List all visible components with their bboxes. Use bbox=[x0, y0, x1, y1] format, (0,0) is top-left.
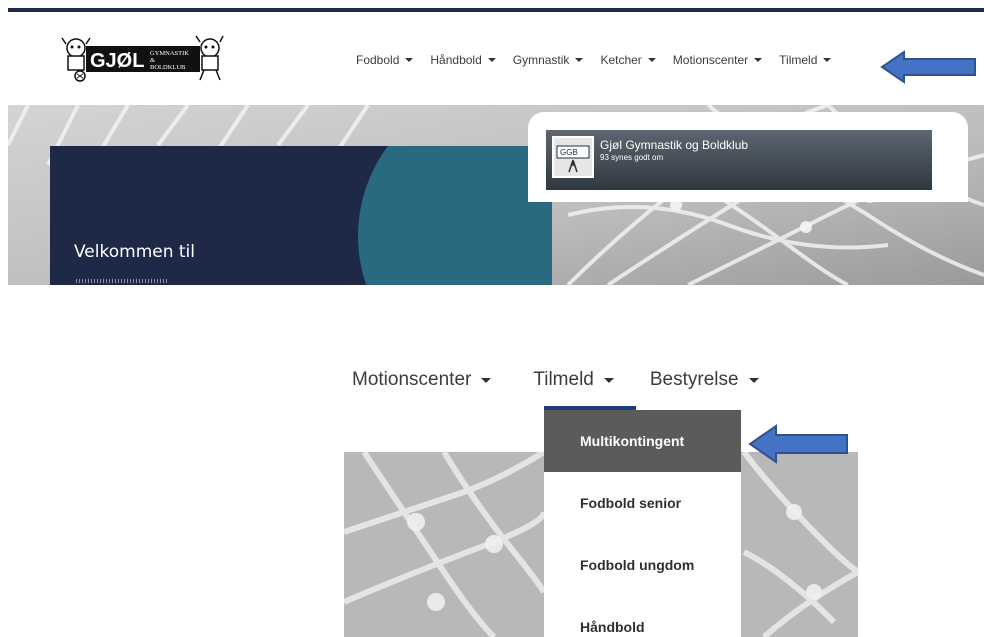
top-border-strip bbox=[8, 8, 984, 12]
facebook-page-avatar[interactable]: GGB bbox=[552, 136, 594, 178]
chevron-down-icon bbox=[823, 58, 832, 62]
facebook-page-plugin[interactable]: GGB Gjøl Gymnastik og Boldklub 93 synes … bbox=[546, 130, 932, 190]
chevron-down-icon bbox=[647, 58, 656, 62]
menu-item-fodbold-ungdom[interactable]: Fodbold ungdom bbox=[544, 534, 741, 596]
tilmeld-dropdown-menu: Multikontingent Fodbold senior Fodbold u… bbox=[544, 410, 741, 637]
chevron-down-icon bbox=[754, 58, 763, 62]
nav-item-handbold[interactable]: Håndbold bbox=[430, 53, 496, 67]
avatar-text: GGB bbox=[560, 148, 578, 157]
nav-item-bestyrelse[interactable]: Bestyrelse bbox=[650, 369, 759, 391]
logo-sub-boldklub: BOLDKLUB bbox=[150, 64, 186, 71]
chevron-down-icon bbox=[405, 58, 414, 62]
menu-item-handbold[interactable]: Håndbold bbox=[544, 596, 741, 637]
nav-item-gymnastik[interactable]: Gymnastik bbox=[513, 53, 584, 67]
chevron-down-icon bbox=[603, 377, 614, 383]
zoomed-nav: Motionscenter Tilmeld Bestyrelse bbox=[352, 368, 759, 392]
nav-item-tilmeld[interactable]: Tilmeld bbox=[533, 369, 614, 391]
welcome-panel: Velkommen til bbox=[50, 146, 552, 285]
nav-item-ketcher[interactable]: Ketcher bbox=[600, 53, 656, 67]
chevron-down-icon bbox=[748, 377, 759, 383]
nav-item-label: Motionscenter bbox=[352, 369, 472, 390]
facebook-page-name[interactable]: Gjøl Gymnastik og Boldklub bbox=[600, 138, 748, 152]
welcome-heading: Velkommen til bbox=[74, 242, 196, 262]
nav-item-label: Håndbold bbox=[430, 53, 482, 67]
nav-item-motionscenter[interactable]: Motionscenter bbox=[352, 369, 492, 391]
logo-graphic: GJØL GYMNASTIK & BOLDKLUB bbox=[61, 35, 224, 82]
nav-item-label: Ketcher bbox=[600, 53, 642, 67]
chevron-down-icon bbox=[481, 377, 492, 383]
decorative-circle bbox=[358, 146, 552, 285]
nav-item-label: Gymnastik bbox=[512, 53, 570, 67]
nav-item-label: Tilmeld bbox=[533, 369, 594, 390]
logo-sub-gymnastik: GYMNASTIK bbox=[150, 50, 189, 57]
nav-item-tilmeld[interactable]: Tilmeld bbox=[779, 53, 832, 67]
logo-text: GJØL bbox=[90, 50, 144, 72]
chevron-down-icon bbox=[487, 58, 496, 62]
facebook-likes-count: 93 synes godt om bbox=[600, 153, 664, 162]
nav-item-label: Motionscenter bbox=[672, 53, 749, 67]
site-logo[interactable]: GJØL GYMNASTIK & BOLDKLUB bbox=[60, 34, 224, 82]
main-nav: Fodbold Håndbold Gymnastik Ketcher Motio… bbox=[356, 52, 848, 68]
nav-item-label: Bestyrelse bbox=[649, 369, 739, 390]
nav-item-label: Fodbold bbox=[356, 53, 400, 67]
welcome-decoration bbox=[76, 279, 168, 283]
logo-sub-amp: & bbox=[150, 57, 155, 64]
menu-item-multikontingent[interactable]: Multikontingent bbox=[544, 410, 741, 472]
menu-item-fodbold-senior[interactable]: Fodbold senior bbox=[544, 472, 741, 534]
chevron-down-icon bbox=[575, 58, 584, 62]
left-arrow-icon bbox=[880, 50, 976, 84]
ggb-logo-icon: GGB bbox=[554, 138, 592, 176]
nav-item-label: Tilmeld bbox=[779, 53, 818, 67]
nav-item-fodbold[interactable]: Fodbold bbox=[356, 53, 414, 67]
left-arrow-icon bbox=[748, 424, 848, 464]
nav-item-motionscenter[interactable]: Motionscenter bbox=[672, 53, 763, 67]
